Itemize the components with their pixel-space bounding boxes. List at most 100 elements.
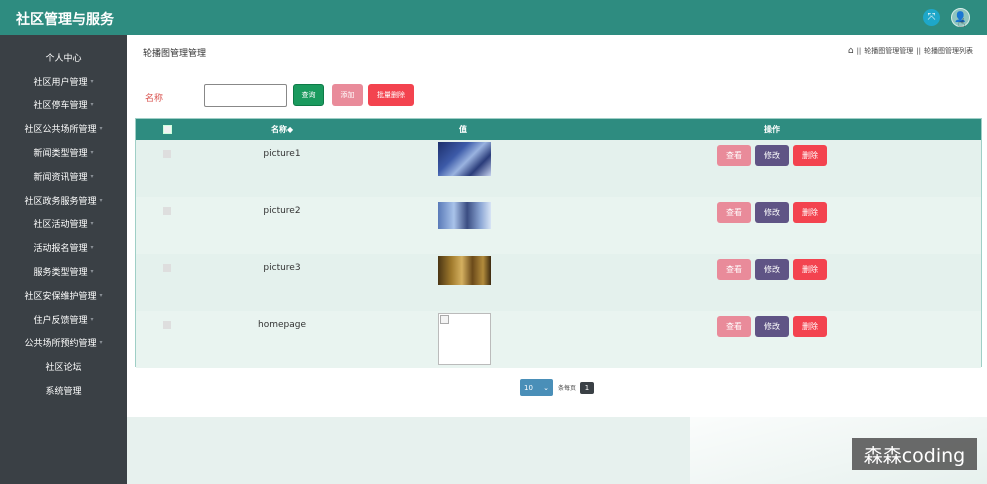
chevron-down-icon: ▾ (90, 267, 94, 275)
page-size-suffix: 条每页 (558, 385, 577, 392)
sidebar-item-feedback-management[interactable]: 住户反馈管理 ▾ (0, 309, 127, 329)
row-name: picture3 (263, 263, 301, 273)
row-name: picture1 (263, 149, 301, 159)
chevron-down-icon: ▾ (90, 100, 94, 108)
view-button[interactable]: 查看 (717, 316, 751, 337)
chevron-down-icon: ▾ (99, 196, 103, 204)
top-bar: 社区管理与服务 ⤧ 👤 ☝ (0, 0, 987, 35)
sidebar-item-label: 社区安保维护管理 (24, 291, 97, 302)
edit-button[interactable]: 修改 (755, 202, 789, 223)
pagination: 10 ⌄ 条每页 1 (520, 379, 595, 396)
add-button[interactable]: 添加 (332, 84, 363, 106)
sidebar-item-label: 社区活动管理 (33, 219, 88, 230)
page-number-current[interactable]: 1 (580, 381, 595, 394)
sidebar-item-label: 活动报名管理 (33, 243, 88, 254)
sidebar-item-label: 新闻类型管理 (33, 148, 88, 159)
delete-button[interactable]: 删除 (793, 259, 827, 280)
table-row: picture3 查看 修改 删除 (136, 254, 981, 311)
edit-button[interactable]: 修改 (755, 145, 789, 166)
chevron-down-icon: ▾ (90, 172, 94, 180)
breadcrumb: ⌂ || 轮播图管理管理 || 轮播图管理列表 (848, 46, 973, 56)
breadcrumb-separator: || (916, 47, 921, 55)
sidebar-item-label: 社区政务服务管理 (24, 196, 97, 207)
sidebar-item-label: 住户反馈管理 (33, 315, 88, 326)
sidebar-item-service-type-management[interactable]: 服务类型管理 ▾ (0, 261, 127, 281)
sidebar-item-public-place-management[interactable]: 社区公共场所管理 ▾ (0, 118, 127, 138)
main-content: 轮播图管理管理 ⌂ || 轮播图管理管理 || 轮播图管理列表 名称 查询 添加… (127, 35, 987, 417)
row-checkbox[interactable] (163, 264, 171, 272)
chevron-down-icon: ⌄ (543, 383, 549, 392)
batch-delete-button[interactable]: 批量删除 (368, 84, 414, 106)
home-icon[interactable]: ⌂ (848, 46, 854, 56)
table-row: homepage 查看 修改 删除 (136, 311, 981, 368)
query-button[interactable]: 查询 (293, 84, 324, 106)
watermark: 森森coding (852, 438, 977, 470)
carousel-image (438, 256, 491, 285)
app-title: 社区管理与服务 (16, 12, 114, 28)
broken-image-icon (440, 315, 449, 324)
sidebar-item-news-type-management[interactable]: 新闻类型管理 ▾ (0, 142, 127, 162)
column-header-name[interactable]: 名称◆ (271, 124, 293, 135)
delete-button[interactable]: 删除 (793, 145, 827, 166)
row-checkbox[interactable] (163, 207, 171, 215)
sidebar-item-user-management[interactable]: 社区用户管理 ▾ (0, 71, 127, 91)
mouse-cursor-icon: ☝ (958, 16, 966, 30)
sidebar-item-security-management[interactable]: 社区安保维护管理 ▾ (0, 285, 127, 305)
column-header-actions: 操作 (764, 125, 780, 134)
delete-button[interactable]: 删除 (793, 202, 827, 223)
breadcrumb-item[interactable]: 轮播图管理管理 (864, 46, 913, 56)
view-button[interactable]: 查看 (717, 202, 751, 223)
row-name: homepage (258, 320, 306, 330)
delete-button[interactable]: 删除 (793, 316, 827, 337)
sidebar-item-news-management[interactable]: 新闻资讯管理 ▾ (0, 166, 127, 186)
sidebar-item-system-management[interactable]: 系统管理 (0, 380, 127, 400)
sidebar-item-personal-center[interactable]: 个人中心 (0, 47, 127, 67)
data-table: 名称◆ 值 操作 picture1 查看 修改 删除 picture2 查看 修… (135, 118, 982, 368)
chevron-down-icon: ▾ (90, 315, 94, 323)
sidebar-item-label: 新闻资讯管理 (33, 172, 88, 183)
edit-button[interactable]: 修改 (755, 259, 789, 280)
select-all-checkbox[interactable] (163, 125, 172, 134)
sidebar-item-label: 社区停车管理 (33, 100, 88, 111)
chevron-down-icon: ▾ (99, 124, 103, 132)
sidebar-item-activity-signup-management[interactable]: 活动报名管理 ▾ (0, 237, 127, 257)
sidebar-item-parking-management[interactable]: 社区停车管理 ▾ (0, 94, 127, 114)
view-button[interactable]: 查看 (717, 145, 751, 166)
chevron-down-icon: ▾ (99, 338, 103, 346)
chevron-down-icon: ▾ (90, 77, 94, 85)
search-name-label: 名称 (145, 94, 164, 104)
sidebar-item-activity-management[interactable]: 社区活动管理 ▾ (0, 213, 127, 233)
table-header: 名称◆ 值 操作 (136, 119, 981, 140)
chevron-down-icon: ▾ (90, 219, 94, 227)
sidebar-item-reservation-management[interactable]: 公共场所预约管理 ▾ (0, 332, 127, 352)
sidebar-item-label: 公共场所预约管理 (24, 338, 97, 349)
sidebar-item-government-service-management[interactable]: 社区政务服务管理 ▾ (0, 190, 127, 210)
view-button[interactable]: 查看 (717, 259, 751, 280)
sidebar: 个人中心 社区用户管理 ▾ 社区停车管理 ▾ 社区公共场所管理 ▾ 新闻类型管理 ▾ 新… (0, 35, 127, 484)
table-row: picture2 查看 修改 删除 (136, 197, 981, 254)
page-size-select[interactable]: 10 ⌄ (520, 379, 553, 396)
fullscreen-icon[interactable]: ⤧ (923, 9, 940, 26)
chevron-down-icon: ▾ (90, 243, 94, 251)
sidebar-item-label: 服务类型管理 (33, 267, 88, 278)
chevron-down-icon: ▾ (90, 148, 94, 156)
row-checkbox[interactable] (163, 321, 171, 329)
search-name-input[interactable] (204, 84, 287, 107)
column-header-value: 值 (459, 125, 467, 134)
sidebar-item-label: 社区用户管理 (33, 77, 88, 88)
carousel-image (438, 142, 491, 176)
sidebar-item-label: 社区公共场所管理 (24, 124, 97, 135)
table-row: picture1 查看 修改 删除 (136, 140, 981, 197)
carousel-image (438, 202, 491, 229)
sidebar-item-label: 社区论坛 (45, 362, 82, 373)
edit-button[interactable]: 修改 (755, 316, 789, 337)
breadcrumb-item: 轮播图管理列表 (924, 47, 973, 55)
breadcrumb-separator: || (856, 47, 862, 55)
sidebar-item-forum[interactable]: 社区论坛 (0, 356, 127, 376)
chevron-down-icon: ▾ (99, 291, 103, 299)
row-checkbox[interactable] (163, 150, 171, 158)
sidebar-item-label: 个人中心 (45, 53, 82, 64)
carousel-image (438, 313, 491, 365)
page-title: 轮播图管理管理 (143, 49, 207, 59)
page-size-value: 10 (524, 383, 533, 392)
